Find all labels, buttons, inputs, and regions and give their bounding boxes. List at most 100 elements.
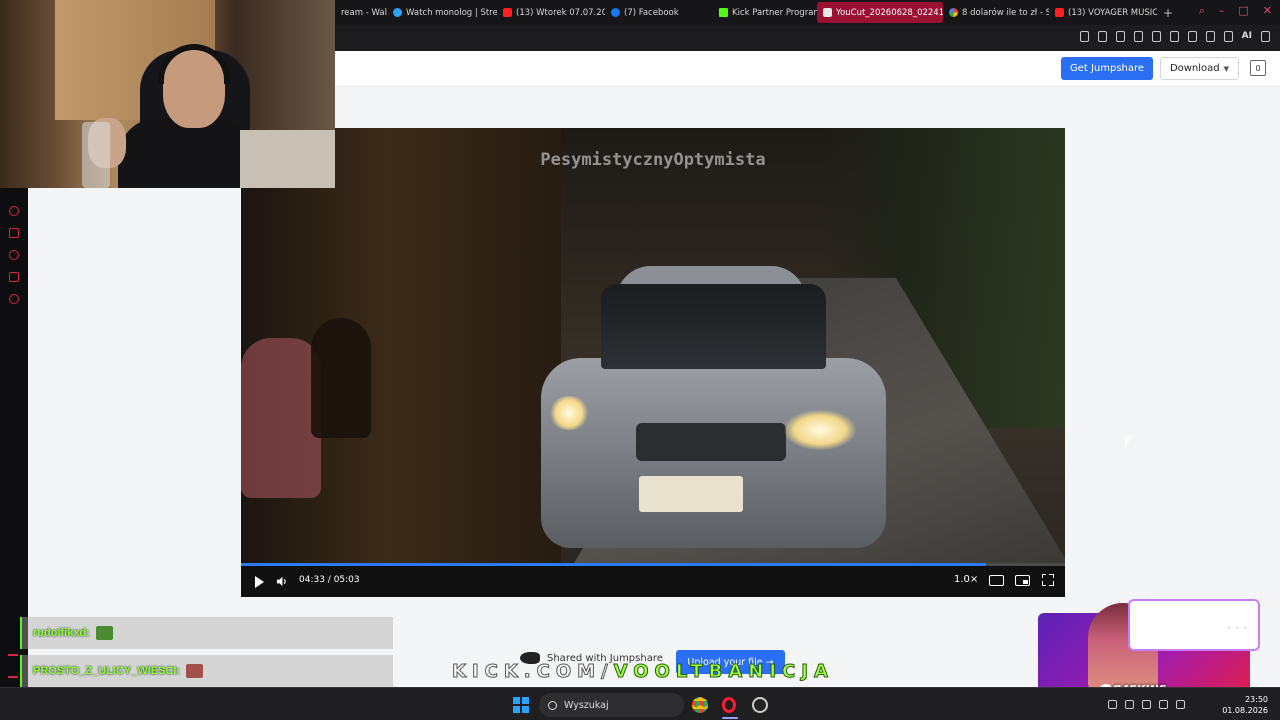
tab-wtorek[interactable]: (13) Wtorek 07.07.202 — [497, 2, 605, 23]
new-tab-button[interactable]: + — [1157, 6, 1179, 20]
tab-label: Watch monolog | Strea — [406, 7, 497, 18]
tab-label: (13) Wtorek 07.07.202 — [516, 7, 605, 18]
tab-stream[interactable]: ream - Wal — [335, 2, 387, 23]
kick-icon — [719, 8, 728, 17]
network-app-icon[interactable] — [1125, 700, 1134, 709]
browser-tab-strip: ream - Wal Watch monolog | Strea (13) Wt… — [335, 0, 1280, 25]
opera-icon[interactable] — [722, 697, 736, 713]
speaker-icon[interactable] — [1159, 700, 1168, 709]
chevron-down-icon: ▼ — [1223, 64, 1230, 73]
menu-icon[interactable] — [1261, 31, 1270, 42]
toolbar-icons: AI — [1079, 31, 1270, 42]
player-icon[interactable] — [1151, 31, 1161, 42]
car-body — [541, 358, 886, 548]
heart-icon[interactable] — [1169, 31, 1179, 42]
side-rail — [0, 188, 28, 687]
chat-divider — [8, 676, 18, 678]
download-button-label: Download — [1169, 63, 1220, 74]
shield-icon[interactable] — [1115, 31, 1125, 42]
seated-person — [311, 318, 371, 438]
glass — [82, 122, 110, 188]
tab-voyager[interactable]: (13) VOYAGER MUSIC — [1049, 2, 1157, 23]
promo-dots: - - - — [1227, 623, 1248, 633]
volume-icon[interactable] — [276, 576, 287, 587]
ai-icon[interactable]: AI — [1242, 31, 1252, 42]
tab-label: ream - Wal — [341, 7, 387, 18]
progress-fill — [241, 563, 986, 566]
tab-youcut[interactable]: YouCut_20260628_02241 — [817, 2, 943, 23]
car-grille — [636, 423, 786, 461]
settings-icon[interactable] — [9, 294, 19, 304]
search-tabs-icon[interactable]: ⌕ — [1199, 4, 1205, 18]
snapshot-icon[interactable] — [1097, 31, 1107, 42]
comment-count-badge[interactable]: 0 — [1250, 60, 1266, 76]
wallet-icon[interactable] — [1205, 31, 1215, 42]
tab-monolog[interactable]: Watch monolog | Strea — [387, 2, 497, 23]
pepe-emote-icon — [95, 626, 113, 640]
clock-date: 01.08.2026 — [1222, 706, 1268, 715]
browser-toolbar: AI — [335, 25, 1280, 51]
bookmark-icon[interactable] — [9, 228, 19, 238]
tab-label: (7) Facebook — [624, 7, 679, 18]
desktop: Get Jumpshare Download ▼ 0 Pesymistyczny… — [0, 0, 1280, 720]
streamer-body — [118, 118, 258, 188]
desk-items — [240, 130, 335, 188]
video-watermark: PesymistycznyOptymista — [540, 150, 766, 170]
pin-icon[interactable] — [1079, 31, 1089, 42]
facebook-icon — [611, 8, 620, 17]
youtube-icon — [1055, 8, 1064, 17]
tab-label: Kick Partner Program — [732, 7, 817, 18]
taskbar-clock[interactable]: 23:50 01.08.2026 — [1222, 694, 1268, 716]
obs-icon[interactable] — [752, 697, 768, 713]
active-app-indicator — [722, 717, 738, 719]
extensions-icon[interactable] — [1187, 31, 1197, 42]
start-icon[interactable] — [513, 697, 529, 713]
play-icon[interactable] — [255, 576, 264, 588]
tab-google[interactable]: 8 dolarów ile to zł - S — [943, 2, 1049, 23]
download-icon[interactable] — [1223, 31, 1233, 42]
window-controls: ⌕ – □ ✕ — [1199, 4, 1272, 18]
get-jumpshare-button[interactable]: Get Jumpshare — [1061, 57, 1153, 80]
taskbar-search[interactable]: Wyszukaj — [539, 693, 684, 717]
playback-speed-button[interactable]: 1.0× — [954, 574, 978, 585]
car — [541, 266, 886, 556]
tab-label: YouCut_20260628_02241 — [836, 7, 943, 18]
youtube-icon — [503, 8, 512, 17]
promo-speech-bubble: - - - — [1128, 599, 1260, 651]
chat-username[interactable]: PROSTO_Z_ULICY_WIESCI: — [33, 665, 180, 677]
record-icon[interactable] — [9, 206, 19, 216]
monolog-icon — [393, 8, 402, 17]
tab-label: 8 dolarów ile to zł - S — [962, 7, 1049, 18]
video-frame: PesymistycznyOptymista — [241, 128, 1065, 568]
webcam-overlay — [0, 0, 335, 188]
video-player[interactable]: PesymistycznyOptymista 04:33 / 05:03 1.0… — [241, 128, 1065, 597]
chat-message: PROSTO_Z_ULICY_WIESCI: — [20, 655, 393, 687]
chat-username[interactable]: rudolfikxd: — [33, 627, 90, 639]
tray-chevron-icon[interactable] — [1108, 700, 1117, 709]
picture-in-picture-icon[interactable] — [1015, 575, 1030, 586]
kick-channel-overlay: KICK.COM/VOOLTBANICJA — [452, 661, 834, 683]
chat-divider — [8, 654, 18, 656]
battery-icon[interactable] — [1176, 700, 1185, 709]
minimize-icon[interactable]: – — [1219, 4, 1225, 18]
translate-icon[interactable] — [1133, 31, 1143, 42]
tab-label: (13) VOYAGER MUSIC — [1068, 7, 1157, 18]
maximize-icon[interactable]: □ — [1238, 4, 1248, 18]
clock-time: 23:50 — [1244, 695, 1268, 704]
tab-kick-partner[interactable]: Kick Partner Program — [713, 2, 817, 23]
chrome-icon[interactable] — [692, 697, 708, 713]
headlight-left — [549, 396, 589, 430]
tab-facebook[interactable]: (7) Facebook — [605, 2, 713, 23]
wifi-icon[interactable] — [1142, 700, 1151, 709]
extension-icon[interactable] — [9, 272, 19, 282]
fullscreen-icon[interactable] — [1041, 573, 1054, 586]
captions-icon[interactable] — [989, 575, 1004, 586]
chat-message: rudolfikxd: — [20, 617, 393, 649]
download-button[interactable]: Download ▼ — [1160, 57, 1239, 80]
progress-bar[interactable] — [241, 563, 1065, 566]
close-icon[interactable]: ✕ — [1263, 4, 1272, 18]
face-emote-icon — [186, 664, 204, 678]
mouse-cursor — [1125, 436, 1132, 447]
history-icon[interactable] — [9, 250, 19, 260]
license-plate — [639, 476, 743, 512]
